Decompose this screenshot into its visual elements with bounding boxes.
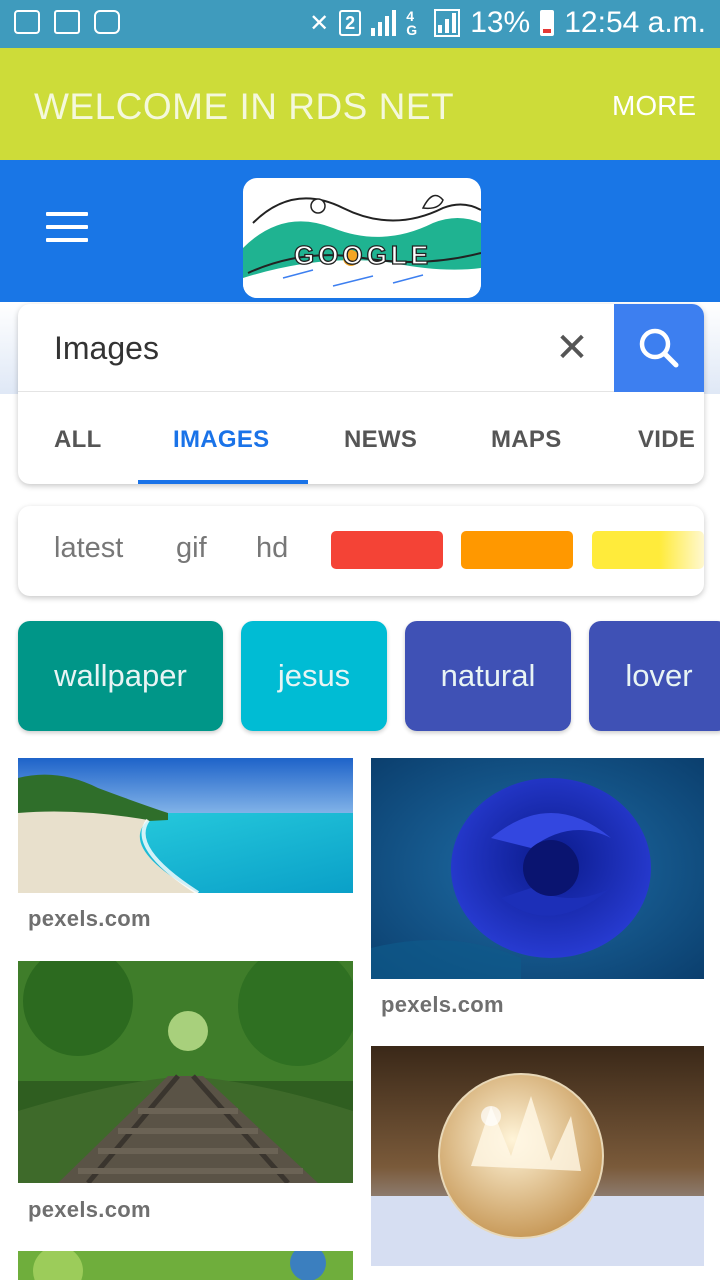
network-type: 4G	[406, 8, 418, 38]
active-tab-indicator	[138, 480, 308, 484]
search-tabs: ALL IMAGES NEWS MAPS VIDE	[18, 392, 704, 484]
filter-color-red[interactable]	[331, 531, 443, 569]
filter-hd[interactable]: hd	[256, 532, 288, 565]
sim-badge: 2	[339, 10, 362, 36]
filter-gif[interactable]: gif	[176, 532, 207, 565]
status-bar: ✕ 2 4G 13% 12:54 a.m.	[0, 0, 720, 48]
wifi-notification-icon	[94, 10, 120, 34]
welcome-banner: WELCOME IN RDS NET MORE	[0, 48, 720, 160]
image-result-beach[interactable]	[18, 758, 353, 893]
clock: 12:54 a.m.	[564, 6, 706, 39]
image-result-partial[interactable]	[18, 1251, 353, 1280]
banner-title: WELCOME IN RDS NET	[34, 86, 455, 127]
chip-jesus[interactable]: jesus	[241, 621, 387, 731]
more-button[interactable]: MORE	[612, 90, 696, 122]
tab-maps[interactable]: MAPS	[491, 426, 562, 454]
gmail-notification-icon	[54, 10, 80, 34]
chip-label: wallpaper	[54, 658, 187, 693]
chip-label: natural	[440, 658, 536, 693]
search-icon	[639, 328, 679, 368]
clear-icon[interactable]: ✕	[550, 326, 594, 370]
system-icons: ✕ 2 4G 13% 12:54 a.m.	[309, 6, 706, 40]
tab-news[interactable]: NEWS	[344, 426, 417, 454]
blue-rose-image	[371, 758, 704, 979]
search-button[interactable]	[614, 304, 704, 392]
image-source[interactable]: pexels.com	[381, 992, 504, 1018]
notification-icons	[14, 10, 120, 34]
tab-videos[interactable]: VIDE	[638, 426, 695, 454]
image-result-blue-rose[interactable]	[371, 758, 704, 979]
chip-lover[interactable]: lover	[589, 621, 720, 731]
image-source[interactable]: pexels.com	[28, 906, 151, 932]
chip-natural[interactable]: natural	[405, 621, 571, 731]
chip-wallpaper[interactable]: wallpaper	[18, 621, 223, 731]
battery-icon	[540, 10, 555, 36]
mute-vibrate-icon: ✕	[309, 9, 330, 37]
tab-all[interactable]: ALL	[54, 426, 102, 454]
signal-icon	[371, 10, 397, 36]
signal-icon-2	[434, 9, 461, 37]
image-result-frozen-bubble[interactable]	[371, 1046, 704, 1266]
search-input[interactable]: Images	[54, 330, 159, 367]
chip-label: jesus	[277, 658, 351, 693]
beach-image	[18, 758, 353, 893]
menu-icon[interactable]	[46, 212, 88, 244]
frozen-bubble-image	[371, 1046, 704, 1266]
google-doodle-logo[interactable]: GOOGLE	[243, 178, 481, 298]
logo-text: GOOGLE	[294, 240, 432, 270]
image-source[interactable]: pexels.com	[28, 1197, 151, 1223]
partial-image	[18, 1251, 353, 1280]
image-notification-icon	[14, 10, 40, 34]
filter-color-orange[interactable]	[461, 531, 573, 569]
filter-color-yellow[interactable]	[592, 531, 704, 569]
app-header: GOOGLE	[0, 160, 720, 302]
railway-image	[18, 961, 353, 1183]
battery-percent: 13%	[470, 6, 531, 39]
search-card: Images ✕ ALL IMAGES NEWS MAPS VIDE	[18, 304, 704, 484]
search-bar: Images ✕	[18, 304, 704, 392]
chip-label: lover	[625, 658, 693, 693]
image-result-railway[interactable]	[18, 961, 353, 1183]
filter-latest[interactable]: latest	[54, 532, 123, 565]
filter-card: latest gif hd	[18, 506, 704, 596]
tab-images[interactable]: IMAGES	[173, 426, 269, 454]
